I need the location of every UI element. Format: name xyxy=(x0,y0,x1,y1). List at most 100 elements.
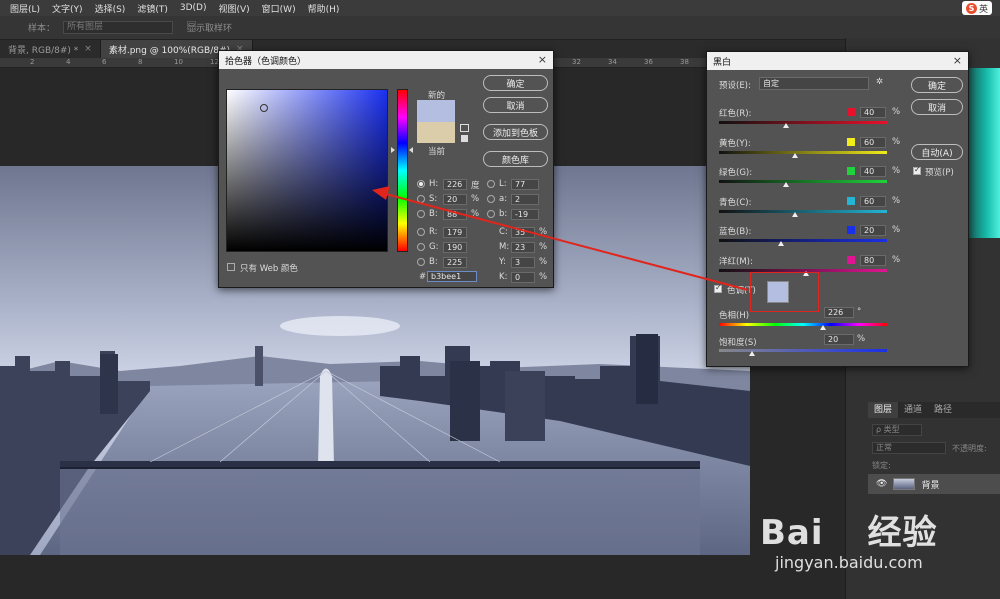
blue-input[interactable]: 225 xyxy=(443,257,467,268)
slider-track[interactable] xyxy=(719,121,887,124)
current-color-swatch[interactable] xyxy=(417,122,455,143)
tint-hue-track[interactable] xyxy=(719,323,887,326)
brightness-unit: % xyxy=(471,209,480,219)
tab-background[interactable]: 背景, RGB/8#) * × xyxy=(0,40,101,58)
lab-a-input[interactable]: 2 xyxy=(511,194,539,205)
radio-brightness[interactable] xyxy=(417,210,425,218)
blend-mode-select[interactable]: 正常 xyxy=(872,442,946,454)
layer-row-background[interactable]: 👁 背景 xyxy=(868,474,1000,494)
out-of-gamut-cube-icon[interactable] xyxy=(460,124,469,132)
tint-hue-thumb[interactable] xyxy=(820,325,826,330)
yellow-input[interactable]: 3 xyxy=(511,257,535,268)
slider-value-input[interactable]: 80 xyxy=(860,254,886,266)
close-icon[interactable]: × xyxy=(953,54,962,67)
menu-view[interactable]: 视图(V) xyxy=(212,2,255,15)
radio-saturation[interactable] xyxy=(417,195,425,203)
baidu-watermark-url: jingyan.baidu.com xyxy=(775,553,923,572)
menu-window[interactable]: 窗口(W) xyxy=(256,2,302,15)
cancel-button[interactable]: 取消 xyxy=(483,97,548,113)
layer-name: 背景 xyxy=(921,480,940,491)
magenta-input[interactable]: 23 xyxy=(511,242,535,253)
slider-track[interactable] xyxy=(719,209,887,213)
slider-thumb[interactable] xyxy=(783,182,790,187)
ruler-tick: 10 xyxy=(174,58,183,66)
menu-select[interactable]: 选择(S) xyxy=(89,2,132,15)
hue-slider-handle[interactable] xyxy=(391,147,395,153)
eye-icon[interactable]: 👁 xyxy=(876,479,887,489)
radio-lab-b[interactable] xyxy=(487,210,495,218)
preset-select[interactable]: 自定 xyxy=(759,77,869,90)
tint-checkbox[interactable] xyxy=(714,283,722,293)
tint-saturation-input[interactable]: 20 xyxy=(824,334,854,345)
hue-slider[interactable] xyxy=(397,89,408,252)
menu-type[interactable]: 文字(Y) xyxy=(46,2,89,15)
menu-filter[interactable]: 滤镜(T) xyxy=(131,2,174,15)
menu-help[interactable]: 帮助(H) xyxy=(302,2,346,15)
radio-red[interactable] xyxy=(417,228,425,236)
hex-input[interactable]: b3bee1 xyxy=(427,271,477,282)
tint-saturation-thumb[interactable] xyxy=(749,351,755,356)
hue-slider-handle[interactable] xyxy=(409,147,413,153)
lab-b-input[interactable]: -19 xyxy=(511,209,539,220)
slider-thumb[interactable] xyxy=(791,152,798,158)
color-libraries-button[interactable]: 颜色库 xyxy=(483,151,548,167)
preview-checkbox[interactable] xyxy=(913,165,921,175)
web-safe-icon[interactable] xyxy=(461,135,468,142)
cancel-button[interactable]: 取消 xyxy=(911,99,963,115)
ime-indicator[interactable]: S 英 xyxy=(962,1,992,15)
slider-track[interactable] xyxy=(719,239,887,242)
radio-blue[interactable] xyxy=(417,258,425,266)
radio-lab-l[interactable] xyxy=(487,180,495,188)
slider-value-input[interactable]: 60 xyxy=(860,136,886,148)
ok-button[interactable]: 确定 xyxy=(483,75,548,91)
brightness-input[interactable]: 88 xyxy=(443,209,467,220)
lab-l-input[interactable]: 77 xyxy=(511,179,539,190)
slider-thumb[interactable] xyxy=(783,123,790,128)
slider-color-swatch xyxy=(847,226,855,234)
ok-button[interactable]: 确定 xyxy=(911,77,963,93)
show-ring-option[interactable]: 显示取样环 xyxy=(187,21,232,34)
green-input[interactable]: 190 xyxy=(443,242,467,253)
radio-hue[interactable] xyxy=(417,180,425,188)
preset-options-gear-icon[interactable]: ✲ xyxy=(876,77,883,87)
tab-channels[interactable]: 通道 xyxy=(898,402,928,418)
green-key: G: xyxy=(429,242,439,252)
radio-green[interactable] xyxy=(417,243,425,251)
tint-hue-input[interactable]: 226 xyxy=(824,307,854,318)
menu-layer[interactable]: 图层(L) xyxy=(4,2,46,15)
saturation-brightness-field[interactable] xyxy=(226,89,388,252)
slider-value-input[interactable]: 60 xyxy=(860,195,886,207)
auto-button[interactable]: 自动(A) xyxy=(911,144,963,160)
show-ring-checkbox[interactable] xyxy=(187,21,197,30)
dialog-title-bar: 拾色器（色调颜色） × xyxy=(219,51,553,69)
slider-unit: % xyxy=(892,195,901,206)
slider-value-input[interactable]: 40 xyxy=(860,107,886,118)
color-cursor[interactable] xyxy=(260,104,268,112)
slider-track[interactable] xyxy=(719,180,887,183)
saturation-input[interactable]: 20 xyxy=(443,194,467,205)
slider-thumb[interactable] xyxy=(791,211,798,217)
lab-a-key: a: xyxy=(499,194,508,204)
menu-3d[interactable]: 3D(D) xyxy=(174,3,213,13)
add-to-swatches-button[interactable]: 添加到色板 xyxy=(483,124,548,140)
tint-saturation-track[interactable] xyxy=(719,349,887,352)
slider-unit: % xyxy=(892,225,901,235)
slider-track[interactable] xyxy=(719,150,887,154)
black-input[interactable]: 0 xyxy=(511,272,535,283)
current-color-label: 当前 xyxy=(428,147,446,157)
red-input[interactable]: 179 xyxy=(443,227,467,238)
only-web-colors-checkbox[interactable] xyxy=(227,263,235,271)
highlight-box xyxy=(750,272,819,312)
tab-layers[interactable]: 图层 xyxy=(868,402,899,418)
cyan-input[interactable]: 35 xyxy=(511,227,535,238)
hue-input[interactable]: 226 xyxy=(443,179,467,190)
sample-select[interactable]: 所有图层 xyxy=(63,21,174,34)
radio-lab-a[interactable] xyxy=(487,195,495,203)
slider-thumb[interactable] xyxy=(778,241,785,246)
close-icon[interactable]: × xyxy=(84,44,92,54)
layer-kind-filter[interactable]: ρ 类型 xyxy=(872,424,922,436)
tab-paths[interactable]: 路径 xyxy=(928,402,958,418)
close-icon[interactable]: × xyxy=(538,53,547,66)
slider-value-input[interactable]: 20 xyxy=(860,225,886,236)
slider-value-input[interactable]: 40 xyxy=(860,166,886,177)
